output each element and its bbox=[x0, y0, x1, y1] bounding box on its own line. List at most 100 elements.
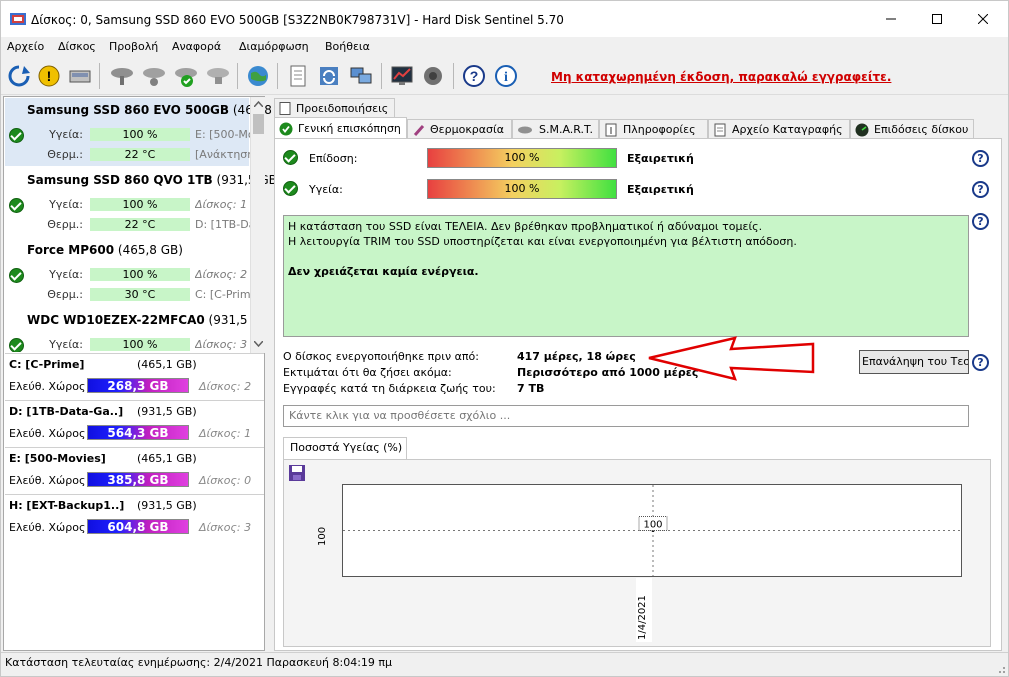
tab-smart[interactable]: S.M.A.R.T. bbox=[512, 119, 599, 139]
health-bar: 100 % bbox=[90, 128, 190, 141]
volume-disk-ref: Δίσκος: 2 bbox=[199, 380, 252, 393]
health-chart-area: 100 100 1/4/2021 bbox=[283, 459, 991, 647]
status-bar: Κατάσταση τελευταίας ενημέρωσης: 2/4/202… bbox=[1, 652, 1008, 676]
menu-bar: Αρχείο Δίσκος Προβολή Αναφορά Διαμόρφωση… bbox=[1, 37, 1008, 57]
sync-button[interactable] bbox=[314, 61, 344, 91]
page-icon bbox=[279, 102, 291, 115]
tab-temperature[interactable]: Θερμοκρασία bbox=[407, 119, 512, 139]
scroll-down-icon[interactable] bbox=[254, 341, 263, 347]
menu-configuration[interactable]: Διαμόρφωση bbox=[239, 40, 309, 53]
help-button[interactable]: ? bbox=[459, 61, 489, 91]
disk-list-scrollbar[interactable] bbox=[250, 97, 265, 353]
menu-file[interactable]: Αρχείο bbox=[7, 40, 44, 53]
save-icon[interactable] bbox=[288, 464, 306, 482]
disk-check-button[interactable] bbox=[171, 61, 201, 91]
chart-svg: 100 bbox=[343, 485, 961, 576]
health-help-icon[interactable]: ? bbox=[972, 181, 989, 198]
free-space-label: Ελεύθ. Χώρος bbox=[9, 521, 86, 534]
scroll-up-icon[interactable] bbox=[254, 101, 263, 107]
tab-label: Γενική επισκόπηση bbox=[298, 122, 401, 135]
tab-health-chart[interactable]: Ποσοστά Υγείας (%) bbox=[283, 437, 407, 460]
computers-button[interactable] bbox=[346, 61, 376, 91]
disk-remove-button[interactable] bbox=[203, 61, 233, 91]
chart-x-tick: 1/4/2021 bbox=[636, 578, 652, 642]
speaker-button[interactable] bbox=[418, 61, 448, 91]
minimize-button[interactable] bbox=[868, 1, 914, 37]
performance-help-icon[interactable]: ? bbox=[972, 150, 989, 167]
globe-button[interactable] bbox=[243, 61, 273, 91]
writes-label: Εγγραφές κατά τη διάρκεια ζωής του: bbox=[283, 382, 496, 395]
unregistered-link[interactable]: Μη καταχωρημένη έκδοση, παρακαλώ εγγραφε… bbox=[551, 70, 891, 84]
volume-size: (931,5 GB) bbox=[137, 405, 197, 418]
disk-icon bbox=[69, 70, 91, 83]
temp-bar: 22 °C bbox=[90, 148, 190, 161]
status-recommendation: Δεν χρειάζεται καμία ενέργεια. bbox=[288, 265, 479, 278]
disk-entry-0[interactable]: Samsung SSD 860 EVO 500GB (465,8 GB) Υγε… bbox=[5, 98, 298, 166]
thermometer-icon bbox=[413, 124, 425, 136]
refresh-icon bbox=[8, 65, 30, 87]
disk-volume-ref: C: [C-Prim bbox=[195, 288, 251, 301]
repeat-test-button[interactable]: Επανάληψη του Τεσ bbox=[859, 350, 969, 374]
log-icon bbox=[714, 123, 726, 136]
disk-name: Force MP600 (465,8 GB) bbox=[27, 243, 183, 257]
status-help-icon[interactable]: ? bbox=[972, 213, 989, 230]
writes-value: 7 TB bbox=[517, 382, 545, 395]
volume-entry-d[interactable]: D: [1TB-Data-Ga..] (931,5 GB) Ελεύθ. Χώρ… bbox=[5, 400, 264, 446]
menu-view[interactable]: Προβολή bbox=[109, 40, 158, 53]
free-space-bar: 385,8 GB bbox=[87, 472, 189, 487]
volume-entry-e[interactable]: E: [500-Movies] (465,1 GB) Ελεύθ. Χώρος … bbox=[5, 447, 264, 493]
disk-small-icon bbox=[518, 126, 532, 133]
disk-list-panel: Samsung SSD 860 EVO 500GB (465,8 GB) Υγε… bbox=[3, 96, 298, 651]
chart-monitor-button[interactable] bbox=[387, 61, 417, 91]
disk-network-button[interactable] bbox=[139, 61, 169, 91]
resize-grip-icon[interactable] bbox=[996, 664, 1006, 674]
report-button[interactable] bbox=[283, 61, 313, 91]
disk-volume-ref: D: [1TB-Da bbox=[195, 218, 253, 231]
tab-performance[interactable]: Επιδόσεις δίσκου bbox=[850, 119, 974, 139]
volume-entry-h[interactable]: H: [EXT-Backup1..] (931,5 GB) Ελεύθ. Χώρ… bbox=[5, 494, 264, 540]
health-bar: 100 % bbox=[427, 179, 617, 199]
volume-name: H: [EXT-Backup1..] bbox=[9, 499, 125, 512]
maximize-icon bbox=[932, 14, 942, 24]
menu-help[interactable]: Βοήθεια bbox=[325, 40, 370, 53]
free-space-bar: 268,3 GB bbox=[87, 378, 189, 393]
toolbar-separator bbox=[237, 63, 238, 89]
disk-entry-3[interactable]: WDC WD10EZEX-22MFCA0 (931,5 GB) Υγεία: 1… bbox=[5, 308, 249, 352]
scrollbar-thumb[interactable] bbox=[253, 114, 264, 134]
close-button[interactable] bbox=[960, 1, 1006, 37]
health-label: Υγεία: bbox=[309, 183, 343, 196]
overview-panel: Επίδοση: 100 % Εξαιρετική ? Υγεία: 100 %… bbox=[274, 138, 1002, 651]
volume-name: E: [500-Movies] bbox=[9, 452, 106, 465]
comment-input[interactable]: Κάντε κλικ για να προσθέσετε σχόλιο ... bbox=[283, 405, 969, 427]
info-button[interactable]: i bbox=[491, 61, 521, 91]
disk-entry-2[interactable]: Force MP600 (465,8 GB) Υγεία: 100 % Δίσκ… bbox=[5, 238, 251, 306]
volume-name: C: [C-Prime] bbox=[9, 358, 85, 371]
tab-warnings[interactable]: Προειδοποιήσεις bbox=[274, 98, 395, 118]
refresh-button[interactable] bbox=[4, 61, 34, 91]
tab-information[interactable]: Πληροφορίες bbox=[599, 119, 708, 139]
tab-log[interactable]: Αρχείο Καταγραφής bbox=[708, 119, 850, 139]
svg-text:i: i bbox=[504, 70, 508, 85]
temp-label: Θερμ.: bbox=[47, 288, 83, 301]
title-bar: Δίσκος: 0, Samsung SSD 860 EVO 500GB [S3… bbox=[1, 1, 1008, 37]
tab-overview[interactable]: Γενική επισκόπηση bbox=[274, 117, 407, 139]
disk-check-icon bbox=[175, 68, 197, 87]
disk-gray-button[interactable] bbox=[107, 61, 137, 91]
disk-entry-1[interactable]: Samsung SSD 860 QVO 1TB (931,5 GB) Υγεία… bbox=[5, 168, 282, 236]
minimize-icon bbox=[886, 18, 896, 20]
maximize-button[interactable] bbox=[914, 1, 960, 37]
app-window: Δίσκος: 0, Samsung SSD 860 EVO 500GB [S3… bbox=[0, 0, 1009, 677]
chart-monitor-icon bbox=[391, 66, 413, 85]
window-title: Δίσκος: 0, Samsung SSD 860 EVO 500GB [S3… bbox=[31, 13, 564, 27]
disk-button[interactable] bbox=[65, 61, 95, 91]
volume-entry-c[interactable]: C: [C-Prime] (465,1 GB) Ελεύθ. Χώρος 268… bbox=[5, 353, 264, 399]
menu-disk[interactable]: Δίσκος bbox=[58, 40, 96, 53]
info-icon: i bbox=[495, 65, 517, 87]
alert-button[interactable]: ! bbox=[34, 61, 64, 91]
lifetime-label: Εκτιμάται ότι θα ζήσει ακόμα: bbox=[283, 366, 452, 379]
chart-plot: 100 bbox=[342, 484, 962, 577]
temp-bar: 30 °C bbox=[90, 288, 190, 301]
test-help-icon[interactable]: ? bbox=[972, 354, 989, 371]
status-line: Η λειτουργία TRIM του SSD υποστηρίζεται … bbox=[288, 235, 797, 248]
menu-report[interactable]: Αναφορά bbox=[172, 40, 221, 53]
